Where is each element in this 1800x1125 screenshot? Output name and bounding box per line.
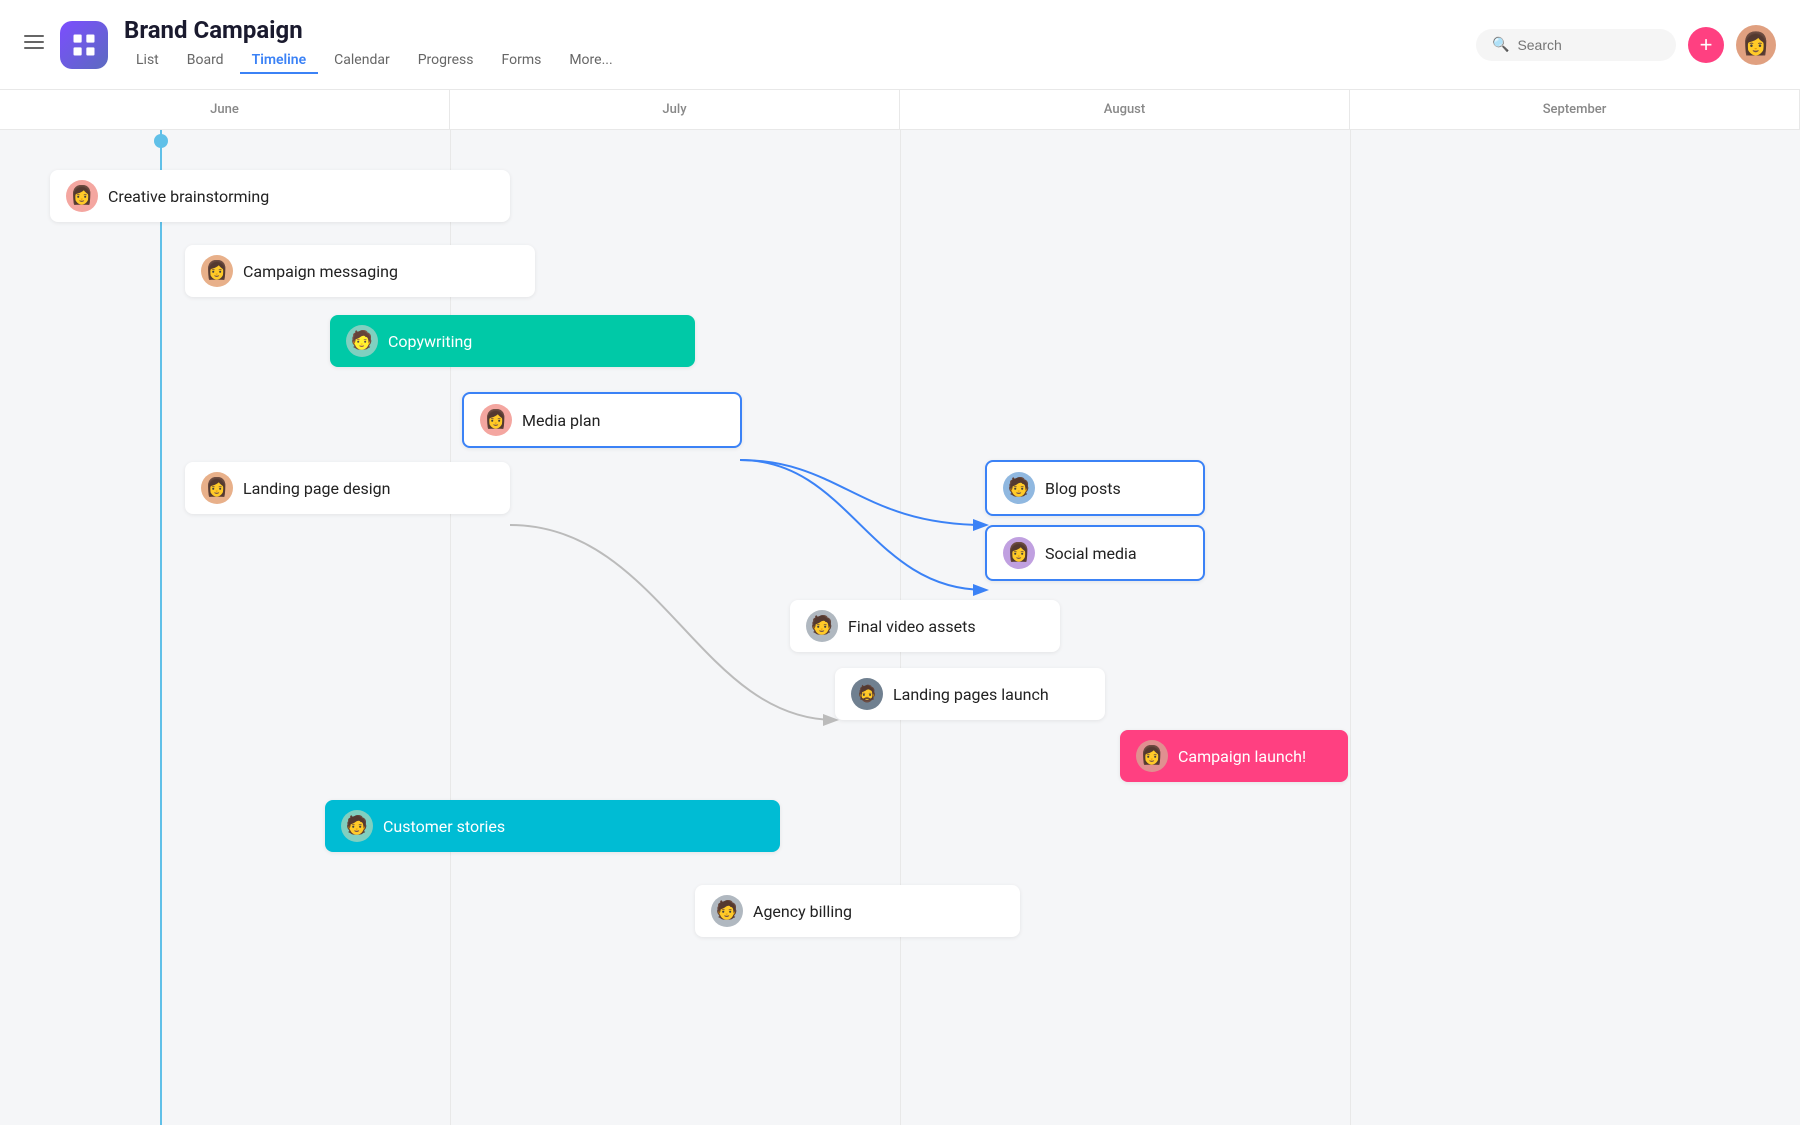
task-label-social-media: Social media xyxy=(1045,544,1137,563)
avatar-final-video-assets: 🧑 xyxy=(806,610,838,642)
grid-line-september xyxy=(1350,130,1351,1125)
avatar-social-media: 👩 xyxy=(1003,537,1035,569)
search-input[interactable] xyxy=(1517,37,1637,53)
header: Brand Campaign List Board Timeline Calen… xyxy=(0,0,1800,90)
hamburger-icon[interactable] xyxy=(24,32,44,57)
task-label-agency-billing: Agency billing xyxy=(753,902,852,921)
app-icon xyxy=(60,21,108,69)
tab-board[interactable]: Board xyxy=(175,48,236,74)
tab-progress[interactable]: Progress xyxy=(406,48,486,74)
timeline-dot xyxy=(154,134,168,148)
avatar-campaign-launch: 👩 xyxy=(1136,740,1168,772)
timeline-container: June July August September 👩 Crea xyxy=(0,90,1800,1125)
month-headers: June July August September xyxy=(0,90,1800,130)
month-july: July xyxy=(450,90,900,129)
header-right: 🔍 + 👩 xyxy=(1476,25,1776,65)
tab-list[interactable]: List xyxy=(124,48,171,74)
task-label-landing-pages-launch: Landing pages launch xyxy=(893,685,1049,704)
title-area: Brand Campaign List Board Timeline Calen… xyxy=(124,16,1476,74)
avatar-creative-brainstorming: 👩 xyxy=(66,180,98,212)
search-box[interactable]: 🔍 xyxy=(1476,29,1676,61)
avatar-customer-stories: 🧑 xyxy=(341,810,373,842)
avatar-agency-billing: 🧑 xyxy=(711,895,743,927)
tab-calendar[interactable]: Calendar xyxy=(322,48,402,74)
task-label-media-plan: Media plan xyxy=(522,411,600,430)
project-title: Brand Campaign xyxy=(124,16,1476,44)
task-label-customer-stories: Customer stories xyxy=(383,817,505,836)
task-label-landing-page-design: Landing page design xyxy=(243,479,390,498)
task-label-campaign-launch: Campaign launch! xyxy=(1178,747,1306,766)
tab-more[interactable]: More... xyxy=(557,48,624,74)
tab-forms[interactable]: Forms xyxy=(490,48,554,74)
timeline-line xyxy=(160,130,162,1125)
task-final-video-assets[interactable]: 🧑 Final video assets xyxy=(790,600,1060,652)
task-campaign-launch[interactable]: 👩 Campaign launch! xyxy=(1120,730,1348,782)
month-august: August xyxy=(900,90,1350,129)
search-icon: 🔍 xyxy=(1492,37,1509,53)
avatar-landing-pages-launch: 🧔 xyxy=(851,678,883,710)
add-button[interactable]: + xyxy=(1688,27,1724,63)
avatar-media-plan: 👩 xyxy=(480,404,512,436)
task-creative-brainstorming[interactable]: 👩 Creative brainstorming xyxy=(50,170,510,222)
month-september: September xyxy=(1350,90,1800,129)
tab-timeline[interactable]: Timeline xyxy=(240,48,319,74)
task-landing-pages-launch[interactable]: 🧔 Landing pages launch xyxy=(835,668,1105,720)
task-media-plan[interactable]: 👩 Media plan xyxy=(462,392,742,448)
task-label-final-video-assets: Final video assets xyxy=(848,617,976,636)
avatar-landing-page-design: 👩 xyxy=(201,472,233,504)
task-label-campaign-messaging: Campaign messaging xyxy=(243,262,398,281)
nav-tabs: List Board Timeline Calendar Progress Fo… xyxy=(124,48,1476,74)
task-landing-page-design[interactable]: 👩 Landing page design xyxy=(185,462,510,514)
month-june: June xyxy=(0,90,450,129)
avatar-campaign-messaging: 👩 xyxy=(201,255,233,287)
task-label-copywriting: Copywriting xyxy=(388,332,472,351)
task-label-blog-posts: Blog posts xyxy=(1045,479,1121,498)
avatar-blog-posts: 🧑 xyxy=(1003,472,1035,504)
task-label-creative-brainstorming: Creative brainstorming xyxy=(108,187,269,206)
task-customer-stories[interactable]: 🧑 Customer stories xyxy=(325,800,780,852)
user-avatar[interactable]: 👩 xyxy=(1736,25,1776,65)
task-blog-posts[interactable]: 🧑 Blog posts xyxy=(985,460,1205,516)
task-copywriting[interactable]: 🧑 Copywriting xyxy=(330,315,695,367)
avatar-copywriting: 🧑 xyxy=(346,325,378,357)
task-campaign-messaging[interactable]: 👩 Campaign messaging xyxy=(185,245,535,297)
task-agency-billing[interactable]: 🧑 Agency billing xyxy=(695,885,1020,937)
task-social-media[interactable]: 👩 Social media xyxy=(985,525,1205,581)
